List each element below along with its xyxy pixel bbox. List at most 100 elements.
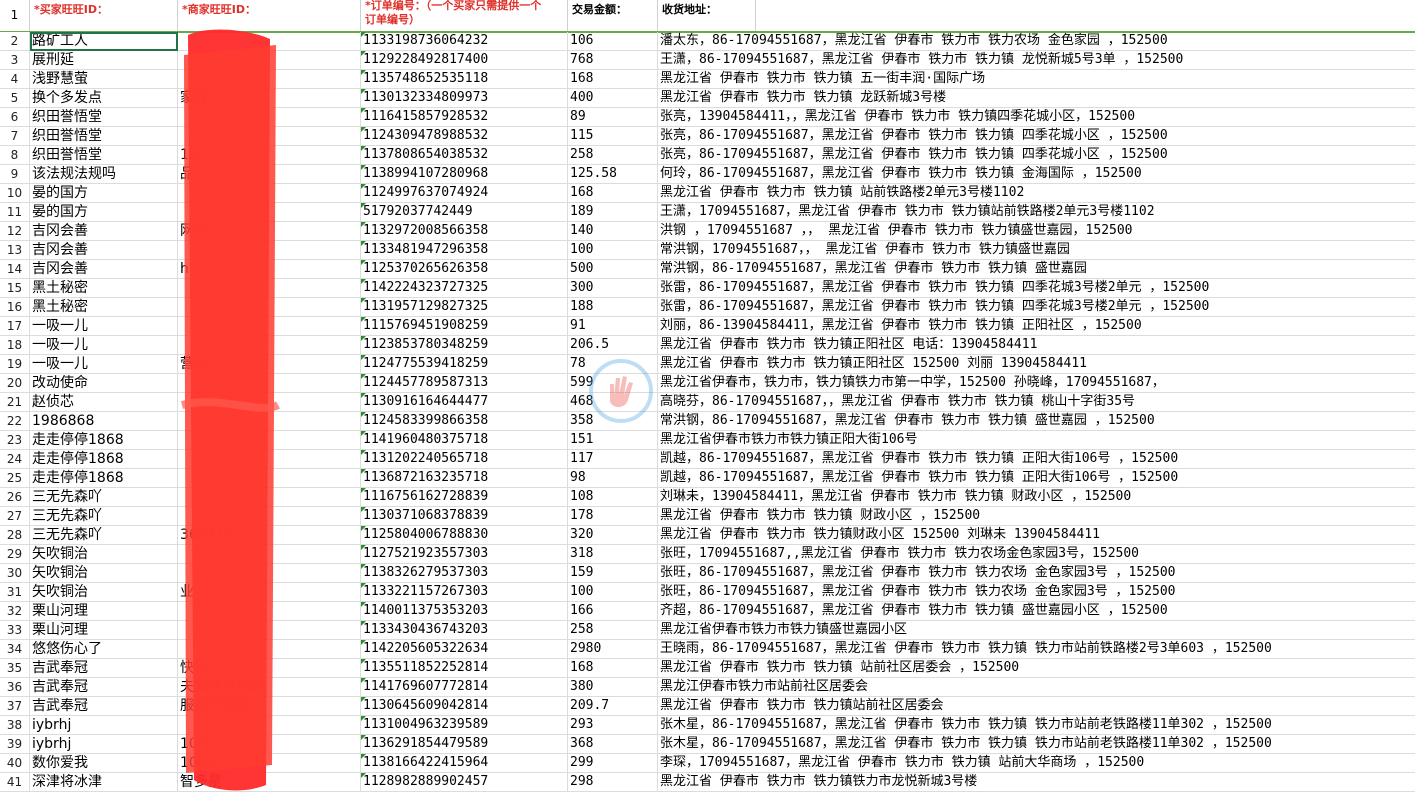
buyer-id-cell[interactable]: 一吸一儿 [30, 317, 178, 335]
buyer-id-cell[interactable]: 深津将冰津 [30, 773, 178, 791]
buyer-id-cell[interactable]: 悠悠伤心了 [30, 640, 178, 658]
amount-cell[interactable]: 2980 [568, 640, 658, 658]
row-number[interactable]: 14 [0, 260, 30, 278]
buyer-id-cell[interactable]: 织田誉悟堂 [30, 108, 178, 126]
order-number-cell[interactable]: 1136872163235718 [361, 469, 568, 487]
address-cell[interactable]: 常洪钢，86-17094551687，黑龙江省 伊春市 铁力市 铁力镇 盛世嘉园 [658, 260, 1415, 278]
order-number-cell[interactable]: 1129228492817400 [361, 51, 568, 69]
order-number-cell[interactable]: 1141769607772814 [361, 678, 568, 696]
address-cell[interactable]: 常洪钢，17094551687，， 黑龙江省 伊春市 铁力市 铁力镇盛世嘉园 [658, 241, 1415, 259]
buyer-id-cell[interactable]: 展刑延 [30, 51, 178, 69]
buyer-id-cell[interactable]: 改动使命 [30, 374, 178, 392]
address-cell[interactable]: 张亮，86-17094551687，黑龙江省 伊春市 铁力市 铁力镇 四季花城小… [658, 127, 1415, 145]
buyer-id-cell[interactable]: 矢吹铜治 [30, 564, 178, 582]
address-cell[interactable]: 李琛，17094551687，黑龙江省 伊春市 铁力市 铁力镇 站前大华商场 ，… [658, 754, 1415, 772]
row-number[interactable]: 2 [0, 32, 30, 50]
row-number[interactable]: 26 [0, 488, 30, 506]
amount-cell[interactable]: 318 [568, 545, 658, 563]
amount-cell[interactable]: 380 [568, 678, 658, 696]
address-cell[interactable]: 张旺，86-17094551687，黑龙江省 伊春市 铁力市 铁力农场 金色家园… [658, 583, 1415, 601]
order-number-cell[interactable]: 1123853780348259 [361, 336, 568, 354]
buyer-id-cell[interactable]: 走走停停1868 [30, 450, 178, 468]
order-number-cell[interactable]: 1133430436743203 [361, 621, 568, 639]
row-number[interactable]: 35 [0, 659, 30, 677]
amount-cell[interactable]: 320 [568, 526, 658, 544]
buyer-id-cell[interactable]: 晏的国方 [30, 203, 178, 221]
buyer-id-cell[interactable]: 矢吹铜治 [30, 583, 178, 601]
buyer-id-cell[interactable]: 黑土秘密 [30, 298, 178, 316]
order-number-cell[interactable]: 51792037742449 [361, 203, 568, 221]
amount-cell[interactable]: 188 [568, 298, 658, 316]
buyer-id-cell[interactable]: 三无先森吖 [30, 507, 178, 525]
order-number-cell[interactable]: 1124457789587313 [361, 374, 568, 392]
address-cell[interactable]: 凯越，86-17094551687，黑龙江省 伊春市 铁力市 铁力镇 正阳大街1… [658, 450, 1415, 468]
buyer-id-cell[interactable]: 栗山河理 [30, 602, 178, 620]
order-number-cell[interactable]: 1128982889902457 [361, 773, 568, 791]
order-number-cell[interactable]: 1115769451908259 [361, 317, 568, 335]
order-number-cell[interactable]: 1125804006788830 [361, 526, 568, 544]
order-number-cell[interactable]: 1116756162728839 [361, 488, 568, 506]
amount-cell[interactable]: 106 [568, 32, 658, 50]
order-number-cell[interactable]: 1130132334809973 [361, 89, 568, 107]
amount-cell[interactable]: 159 [568, 564, 658, 582]
order-number-cell[interactable]: 1125370265626358 [361, 260, 568, 278]
buyer-id-cell[interactable]: 栗山河理 [30, 621, 178, 639]
address-cell[interactable]: 齐超，86-17094551687，黑龙江省 伊春市 铁力市 铁力镇 盛世嘉园小… [658, 602, 1415, 620]
amount-cell[interactable]: 206.5 [568, 336, 658, 354]
header-order-number[interactable]: *订单编号：（一个买家只需提供一个 订单编号） [361, 0, 568, 31]
buyer-id-cell[interactable]: 吉冈会善 [30, 222, 178, 240]
amount-cell[interactable]: 125.58 [568, 165, 658, 183]
amount-cell[interactable]: 300 [568, 279, 658, 297]
amount-cell[interactable]: 368 [568, 735, 658, 753]
order-number-cell[interactable]: 1138166422415964 [361, 754, 568, 772]
header-empty[interactable] [756, 0, 1415, 31]
order-number-cell[interactable]: 1116415857928532 [361, 108, 568, 126]
row-number[interactable]: 6 [0, 108, 30, 126]
address-cell[interactable]: 黑龙江省伊春市，铁力市，铁力镇铁力市第一中学，152500 孙晓峰，170945… [658, 374, 1415, 392]
order-number-cell[interactable]: 1124775539418259 [361, 355, 568, 373]
address-cell[interactable]: 洪钢 ，17094551687 ，， 黑龙江省 伊春市 铁力市 铁力镇盛世嘉园，… [658, 222, 1415, 240]
order-number-cell[interactable]: 1133221157267303 [361, 583, 568, 601]
order-number-cell[interactable]: 1127521923557303 [361, 545, 568, 563]
address-cell[interactable]: 高晓芬，86-17094551687，，黑龙江省 伊春市 铁力市 铁力镇 桃山十… [658, 393, 1415, 411]
buyer-id-cell[interactable]: 三无先森吖 [30, 526, 178, 544]
row-number[interactable]: 41 [0, 773, 30, 791]
row-number[interactable]: 24 [0, 450, 30, 468]
header-buyer-id[interactable]: *买家旺旺ID： [30, 0, 178, 31]
buyer-id-cell[interactable]: 黑土秘密 [30, 279, 178, 297]
row-number[interactable]: 38 [0, 716, 30, 734]
header-amount[interactable]: 交易金额： [568, 0, 658, 31]
order-number-cell[interactable]: 1131004963239589 [361, 716, 568, 734]
address-cell[interactable]: 张亮，86-17094551687，黑龙江省 伊春市 铁力市 铁力镇 四季花城小… [658, 146, 1415, 164]
buyer-id-cell[interactable]: 一吸一儿 [30, 336, 178, 354]
order-number-cell[interactable]: 1124997637074924 [361, 184, 568, 202]
buyer-id-cell[interactable]: 吉冈会善 [30, 260, 178, 278]
amount-cell[interactable]: 768 [568, 51, 658, 69]
amount-cell[interactable]: 500 [568, 260, 658, 278]
order-number-cell[interactable]: 1124309478988532 [361, 127, 568, 145]
amount-cell[interactable]: 140 [568, 222, 658, 240]
buyer-id-cell[interactable]: iybrhj [30, 735, 178, 753]
amount-cell[interactable]: 168 [568, 659, 658, 677]
address-cell[interactable]: 黑龙江省 伊春市 铁力市 铁力镇站前社区居委会 [658, 697, 1415, 715]
row-number[interactable]: 11 [0, 203, 30, 221]
row-number[interactable]: 16 [0, 298, 30, 316]
row-number[interactable]: 29 [0, 545, 30, 563]
address-cell[interactable]: 黑龙江省 伊春市 铁力市 铁力镇 五一街丰润·国际广场 [658, 70, 1415, 88]
order-number-cell[interactable]: 1135748652535118 [361, 70, 568, 88]
address-cell[interactable]: 何玲，86-17094551687，黑龙江省 伊春市 铁力市 铁力镇 金海国际 … [658, 165, 1415, 183]
address-cell[interactable]: 黑龙江省 伊春市 铁力市 铁力镇铁力市龙悦新城3号楼 [658, 773, 1415, 791]
amount-cell[interactable]: 258 [568, 621, 658, 639]
row-number[interactable]: 12 [0, 222, 30, 240]
address-cell[interactable]: 张雷，86-17094551687，黑龙江省 伊春市 铁力市 铁力镇 四季花城3… [658, 298, 1415, 316]
row-number[interactable]: 3 [0, 51, 30, 69]
buyer-id-cell[interactable]: 吉武奉冠 [30, 659, 178, 677]
address-cell[interactable]: 黑龙江省 伊春市 铁力市 铁力镇正阳社区 152500 刘丽 139045844… [658, 355, 1415, 373]
buyer-id-cell[interactable]: 数你爱我 [30, 754, 178, 772]
order-number-cell[interactable]: 1135511852252814 [361, 659, 568, 677]
amount-cell[interactable]: 151 [568, 431, 658, 449]
address-cell[interactable]: 王潇，86-17094551687，黑龙江省 伊春市 铁力市 铁力镇 龙悦新城5… [658, 51, 1415, 69]
amount-cell[interactable]: 209.7 [568, 697, 658, 715]
amount-cell[interactable]: 117 [568, 450, 658, 468]
buyer-id-cell[interactable]: 赵侦芯 [30, 393, 178, 411]
